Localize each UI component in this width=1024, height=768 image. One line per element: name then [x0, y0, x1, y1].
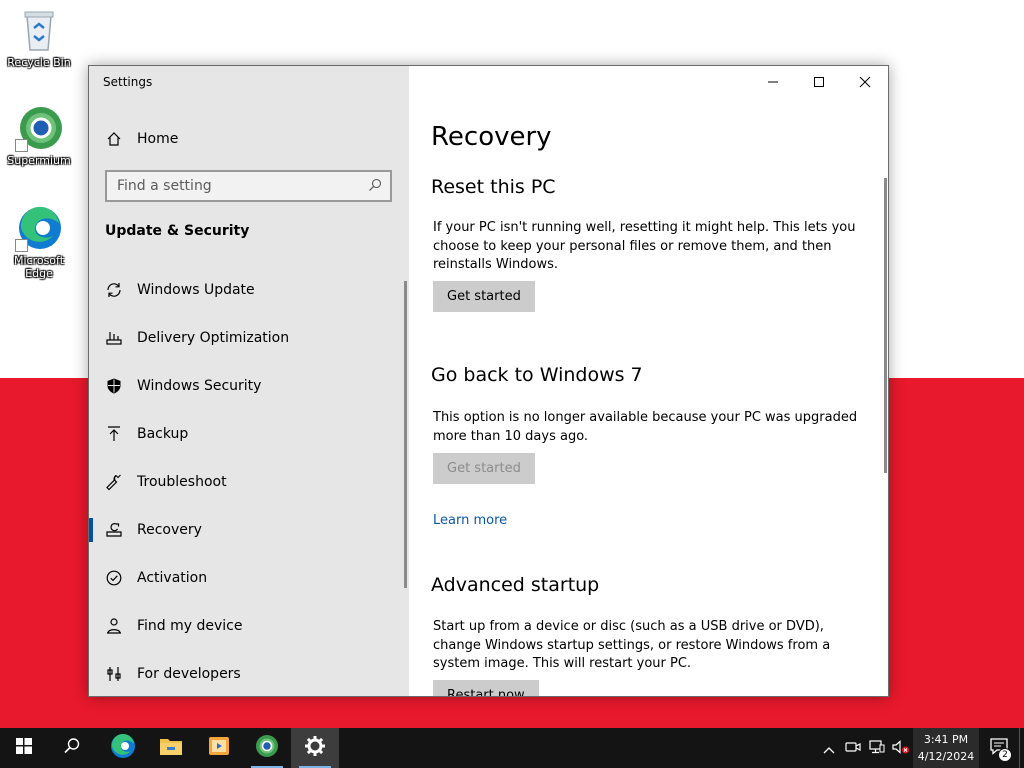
home-icon — [105, 130, 123, 148]
nav-item-troubleshoot[interactable]: Troubleshoot — [89, 458, 409, 506]
supermium-icon — [255, 734, 279, 762]
taskbar-media-player-button[interactable] — [195, 728, 243, 768]
shield-icon — [105, 377, 123, 395]
recovery-icon — [105, 521, 123, 539]
sync-icon — [105, 281, 123, 299]
sidebar-scrollbar[interactable] — [404, 281, 407, 588]
nav-item-label: Recovery — [137, 522, 202, 538]
network-button[interactable] — [865, 728, 889, 768]
camera-icon — [845, 739, 861, 758]
delivery-icon — [105, 329, 123, 347]
goback-description: This option is no longer available becau… — [433, 410, 858, 444]
volume-button[interactable] — [889, 728, 913, 768]
search-placeholder: Find a setting — [117, 178, 212, 194]
taskbar-clock[interactable]: 3:41 PM 4/12/2024 — [913, 728, 979, 768]
start-button[interactable] — [0, 728, 48, 768]
taskbar-supermium-button[interactable] — [243, 728, 291, 768]
goback-get-started-button[interactable]: Get started — [433, 453, 535, 484]
nav-item-delivery-optimization[interactable]: Delivery Optimization — [89, 314, 409, 362]
taskbar-edge-button[interactable] — [99, 728, 147, 768]
desktop-icon-recycle-bin[interactable]: Recycle Bin — [4, 6, 74, 69]
nav-item-for-developers[interactable]: For developers — [89, 650, 409, 696]
edge-icon — [110, 733, 136, 763]
advanced-startup-description: Start up from a device or disc (such as … — [433, 619, 831, 671]
nav-item-label: Find my device — [137, 618, 243, 634]
meet-now-button[interactable] — [841, 728, 865, 768]
learn-more-link[interactable]: Learn more — [433, 513, 507, 528]
nav-item-label: Backup — [137, 426, 189, 442]
nav-item-windows-security[interactable]: Windows Security — [89, 362, 409, 410]
nav-item-find-my-device[interactable]: Find my device — [89, 602, 409, 650]
shortcut-arrow-icon — [15, 139, 28, 152]
desktop-icon-edge[interactable]: Microsoft Edge — [4, 204, 74, 280]
action-center-button[interactable]: 2 — [979, 728, 1019, 768]
file-explorer-icon — [159, 735, 183, 761]
search-input[interactable]: Find a setting — [105, 170, 392, 202]
start-icon — [16, 738, 32, 758]
nav-item-activation[interactable]: Activation — [89, 554, 409, 602]
nav-item-label: Delivery Optimization — [137, 330, 290, 346]
desktop-icon-label: Microsoft Edge — [13, 254, 65, 280]
nav-item-label: Activation — [137, 570, 208, 586]
section-title: Update & Security — [105, 223, 250, 239]
volume-muted-icon — [892, 739, 910, 758]
desktop-icon-label: Recycle Bin — [7, 56, 71, 69]
search-icon — [63, 737, 81, 759]
reset-get-started-button[interactable]: Get started — [433, 281, 535, 312]
edge-icon — [15, 204, 63, 252]
shortcut-arrow-icon — [15, 239, 28, 252]
restart-now-button[interactable]: Restart now — [433, 680, 539, 696]
content-scrollbar[interactable] — [884, 178, 887, 473]
settings-window: Settings Home Find a setting Update & Se… — [88, 65, 889, 697]
content-pane: Recovery Reset this PC If your PC isn't … — [409, 66, 888, 696]
person-pin-icon — [105, 617, 123, 635]
media-player-icon — [208, 735, 230, 761]
show-hidden-icons-button[interactable] — [817, 728, 841, 768]
nav-item-backup[interactable]: Backup — [89, 410, 409, 458]
nav-item-label: For developers — [137, 666, 241, 682]
clock-time: 3:41 PM — [923, 733, 969, 746]
desktop-icon-supermium[interactable]: Supermium — [4, 104, 74, 167]
reset-heading: Reset this PC — [431, 176, 556, 198]
recycle-bin-icon — [15, 6, 63, 54]
backup-icon — [105, 425, 123, 443]
show-desktop-button[interactable] — [1019, 728, 1024, 768]
supermium-icon — [15, 104, 63, 152]
network-icon — [869, 739, 885, 758]
taskbar: 3:41 PM 4/12/2024 2 — [0, 728, 1024, 768]
system-tray: 3:41 PM 4/12/2024 2 — [817, 728, 1024, 768]
nav-list: Windows Update Delivery Optimization Win… — [89, 266, 409, 696]
nav-home-label: Home — [137, 131, 179, 147]
nav-item-label: Windows Update — [137, 282, 255, 298]
nav-home[interactable]: Home — [89, 124, 409, 154]
notification-badge: 2 — [998, 748, 1012, 762]
nav-item-windows-update[interactable]: Windows Update — [89, 266, 409, 314]
goback-heading: Go back to Windows 7 — [431, 364, 643, 386]
nav-item-label: Troubleshoot — [137, 474, 227, 490]
taskbar-settings-button[interactable] — [291, 728, 339, 768]
settings-sidebar: Settings Home Find a setting Update & Se… — [89, 66, 409, 696]
reset-description: If your PC isn't running well, resetting… — [433, 220, 856, 272]
advanced-startup-heading: Advanced startup — [431, 574, 600, 596]
search-icon — [368, 177, 382, 196]
taskbar-search-button[interactable] — [48, 728, 96, 768]
nav-item-label: Windows Security — [137, 378, 262, 394]
clock-date: 4/12/2024 — [917, 750, 975, 763]
desktop-icon-label: Supermium — [7, 154, 71, 167]
chevron-up-icon — [823, 739, 835, 758]
settings-icon — [304, 735, 326, 761]
nav-item-recovery[interactable]: Recovery — [89, 506, 409, 554]
page-title: Recovery — [431, 122, 552, 152]
wrench-icon — [105, 473, 123, 491]
taskbar-file-explorer-button[interactable] — [147, 728, 195, 768]
developer-icon — [105, 665, 123, 683]
check-circle-icon — [105, 569, 123, 587]
window-title: Settings — [103, 75, 153, 89]
